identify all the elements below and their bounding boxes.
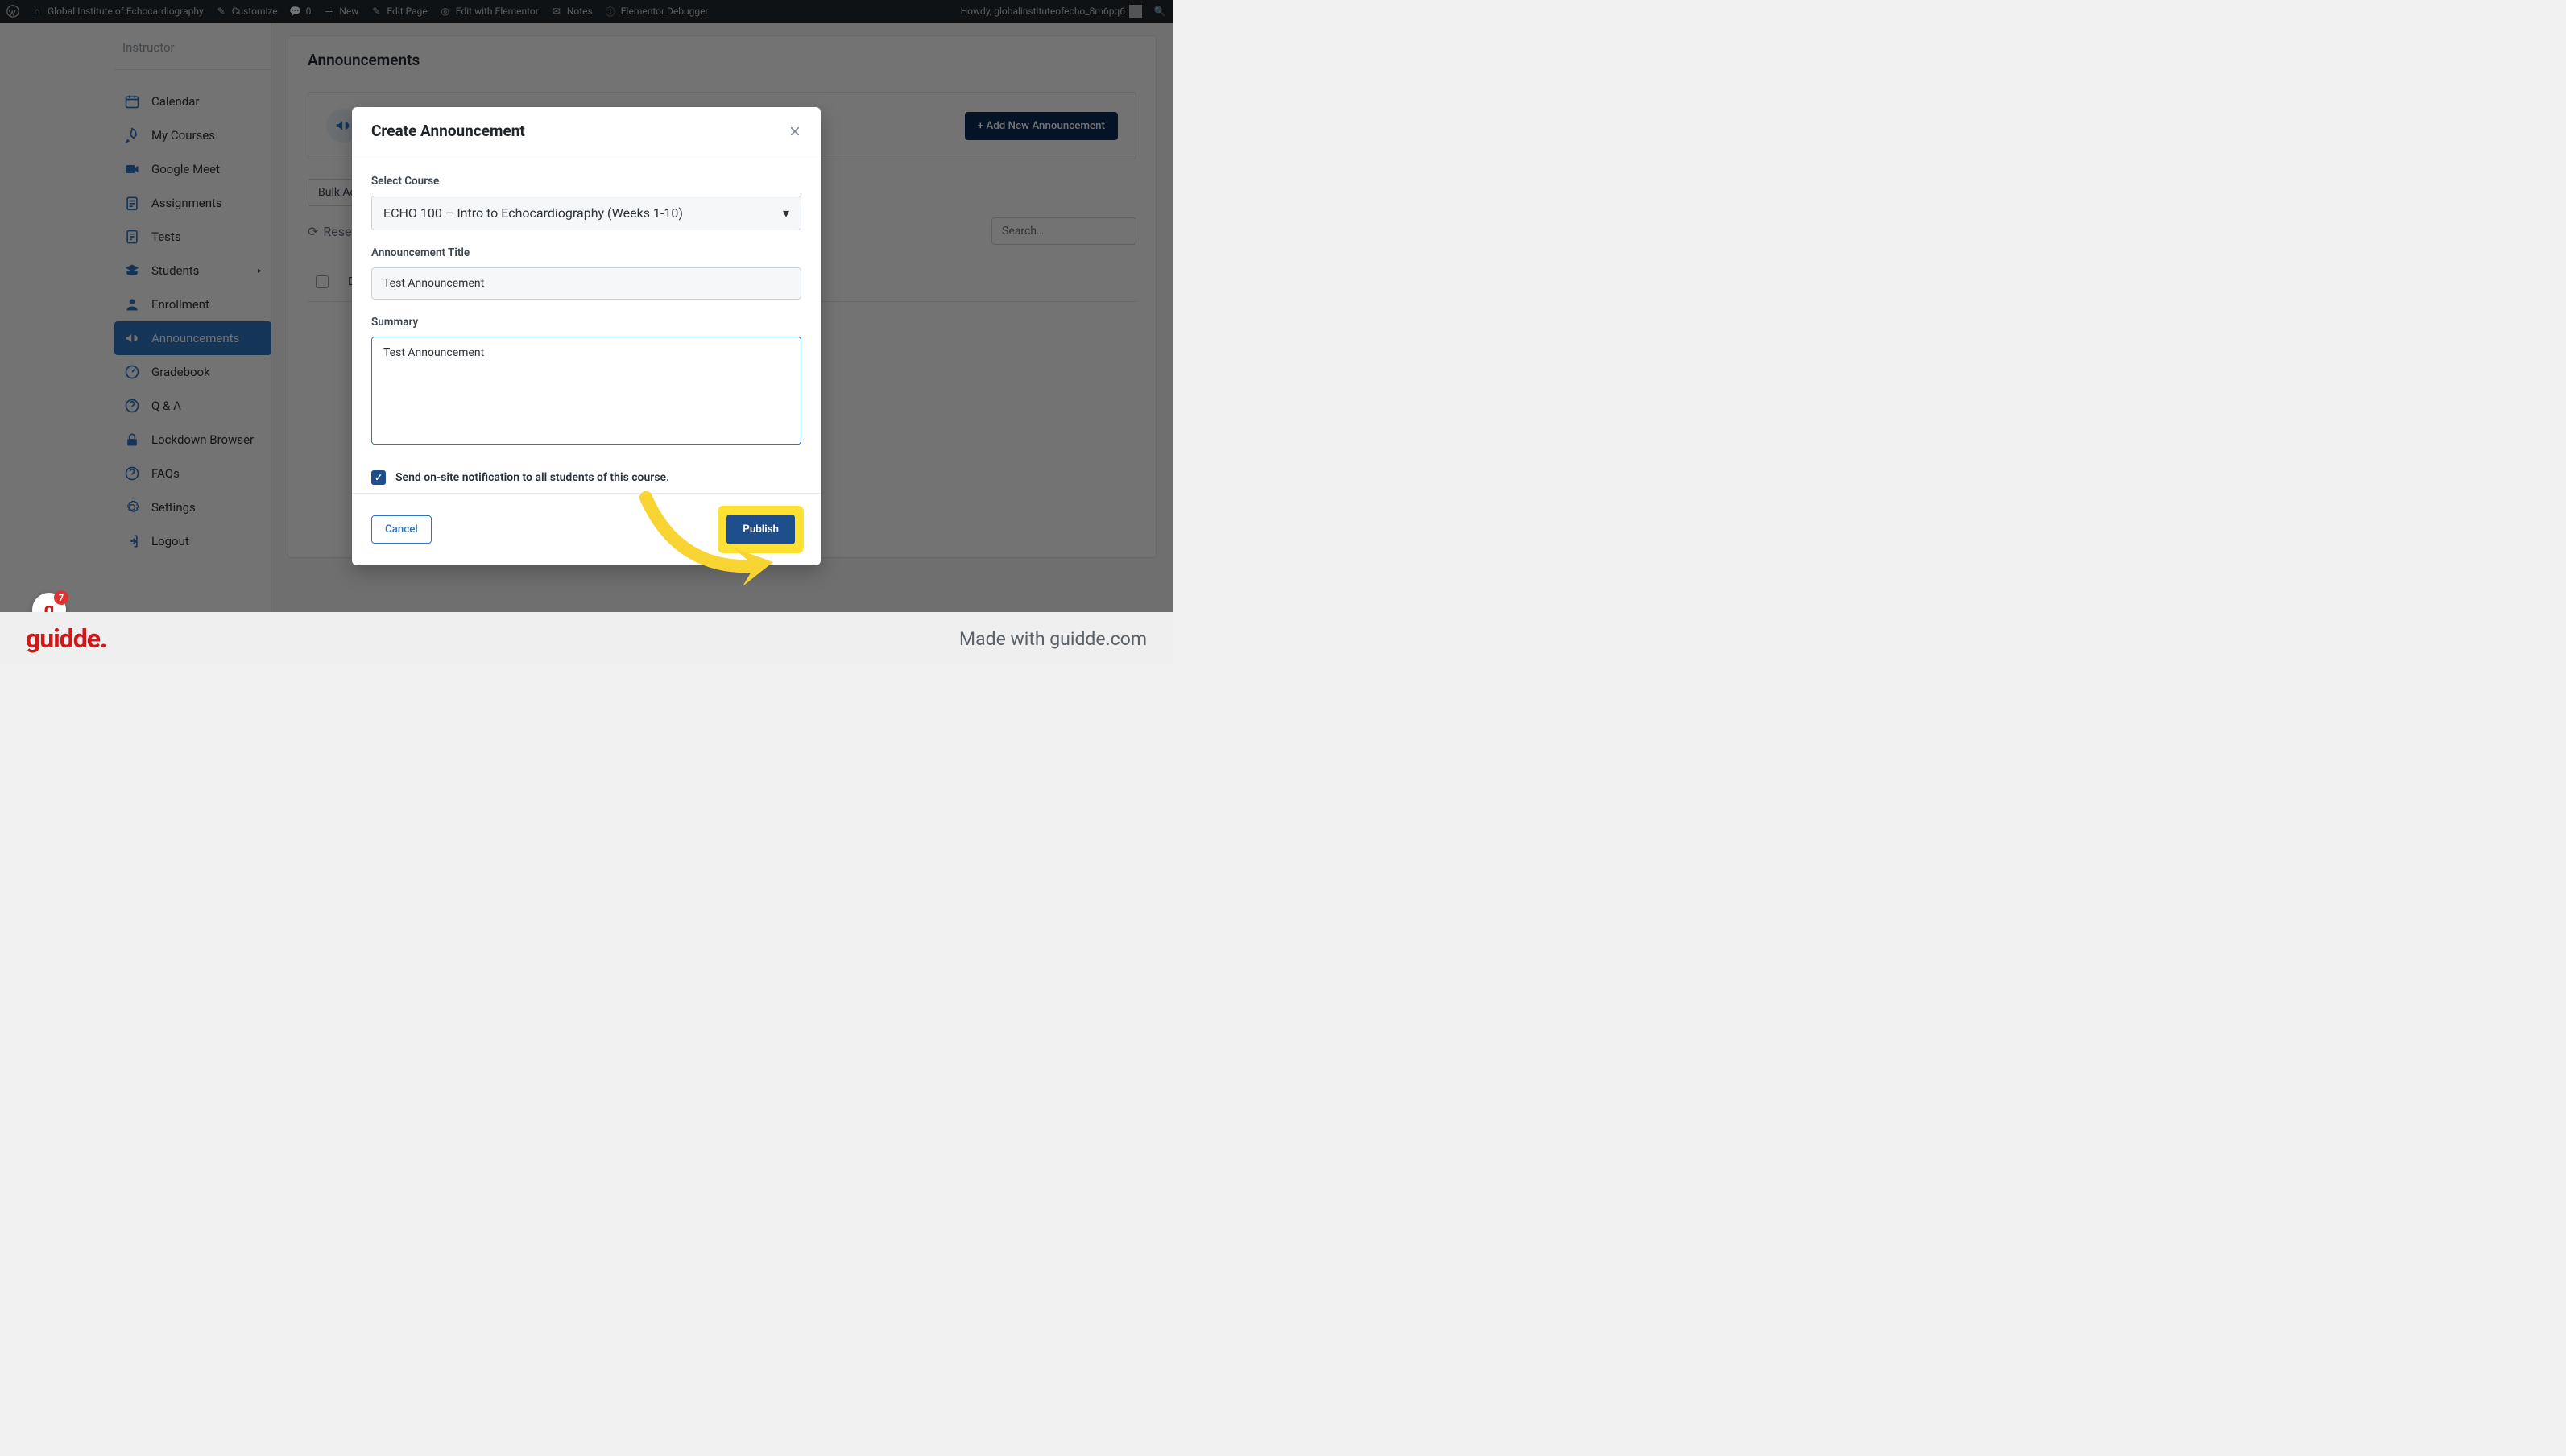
title-label: Announcement Title: [371, 246, 801, 259]
close-icon: [788, 125, 801, 138]
badge-count: 7: [54, 590, 68, 605]
select-course-label: Select Course: [371, 175, 801, 188]
made-with: Made with guidde.com: [959, 628, 1147, 650]
summary-label: Summary: [371, 316, 801, 329]
announcement-title-input[interactable]: [371, 267, 801, 300]
create-announcement-modal: Create Announcement Select Course ECHO 1…: [352, 107, 821, 565]
summary-textarea[interactable]: [371, 337, 801, 445]
notify-label: Send on-site notification to all student…: [395, 471, 669, 484]
chevron-down-icon: ▾: [783, 205, 789, 221]
course-select[interactable]: ECHO 100 – Intro to Echocardiography (We…: [371, 196, 801, 230]
modal-close-button[interactable]: [788, 125, 801, 138]
cancel-button[interactable]: Cancel: [371, 515, 432, 544]
modal-title: Create Announcement: [371, 122, 525, 140]
footer: guidde Made with guidde.com: [0, 612, 1173, 665]
modal-wrap: Create Announcement Select Course ECHO 1…: [0, 0, 1173, 665]
guidde-logo: guidde: [26, 623, 106, 654]
publish-button[interactable]: Publish: [726, 515, 795, 544]
publish-highlight: Publish: [720, 508, 801, 551]
notify-checkbox[interactable]: ✓: [371, 470, 386, 485]
notify-row[interactable]: ✓ Send on-site notification to all stude…: [371, 470, 801, 485]
